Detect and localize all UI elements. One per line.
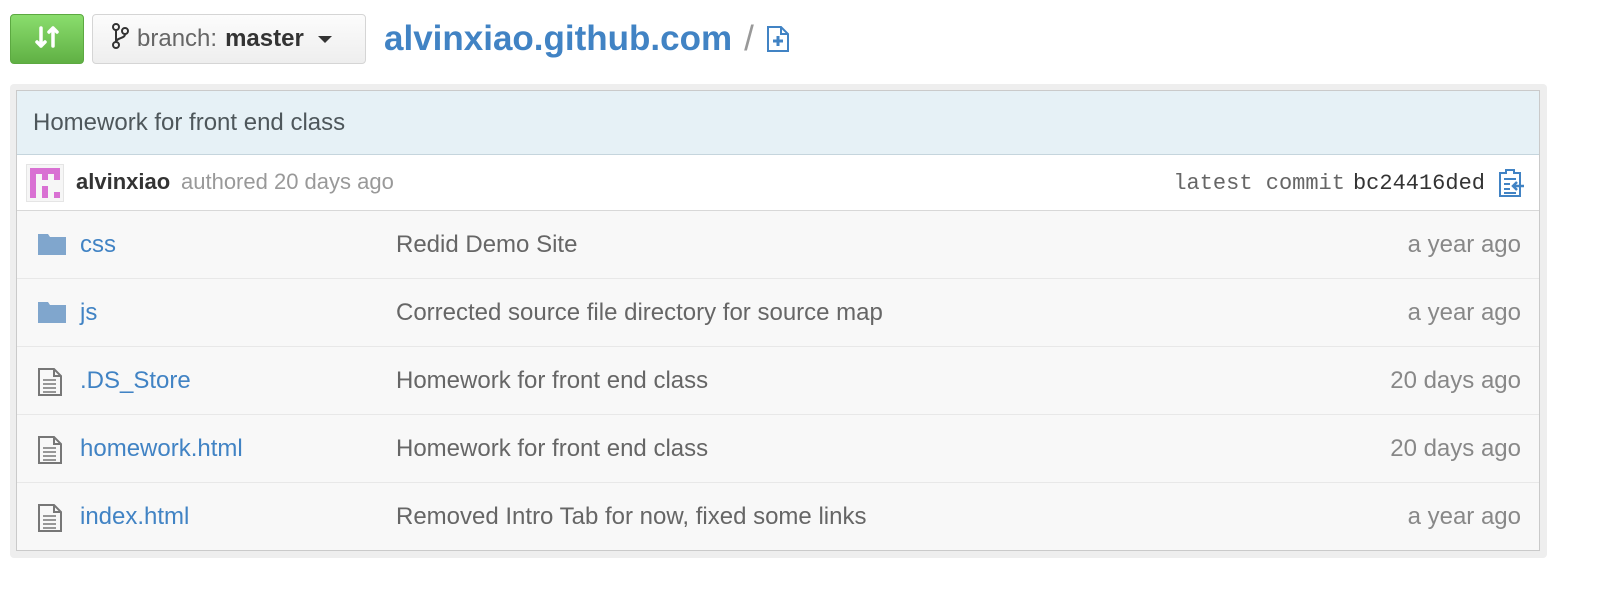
folder-icon	[37, 299, 67, 332]
branch-name: master	[225, 25, 304, 52]
branch-icon	[111, 22, 129, 57]
commit-author-link[interactable]: alvinxiao	[76, 169, 170, 195]
repo-toolbar: branch: master alvinxiao.github.com /	[10, 13, 1600, 65]
breadcrumb: alvinxiao.github.com /	[384, 15, 790, 63]
file-commit-message[interactable]: Homework for front end class	[396, 367, 708, 395]
folder-icon	[37, 231, 67, 264]
caret-down-icon	[317, 35, 332, 43]
repo-name-link[interactable]: alvinxiao.github.com	[384, 19, 732, 59]
compare-icon	[32, 22, 62, 57]
file-name-link[interactable]: js	[80, 299, 97, 327]
commit-meta: alvinxiao authored 20 days ago latest co…	[17, 155, 1539, 211]
commit-authored-time: authored 20 days ago	[181, 169, 394, 194]
file-name-link[interactable]: css	[80, 231, 116, 259]
compare-button[interactable]	[10, 14, 84, 64]
avatar[interactable]	[26, 164, 64, 202]
file-commit-message[interactable]: Redid Demo Site	[396, 231, 577, 259]
latest-commit: latest commit bc24416ded	[1173, 171, 1485, 196]
file-table: Homework for front end class alvinxiao a…	[16, 90, 1540, 551]
commit-sha-link[interactable]: bc24416ded	[1353, 171, 1485, 196]
file-commit-message[interactable]: Removed Intro Tab for now, fixed some li…	[396, 503, 866, 531]
file-age: a year ago	[1407, 299, 1521, 326]
file-row: .DS_Store Homework for front end class 2…	[17, 347, 1539, 415]
file-name-link[interactable]: homework.html	[80, 435, 243, 463]
commit-title[interactable]: Homework for front end class	[17, 91, 1539, 155]
file-row: homework.html Homework for front end cla…	[17, 415, 1539, 483]
path-separator: /	[744, 19, 754, 58]
file-icon	[37, 435, 63, 472]
file-list: css Redid Demo Site a year ago js Correc…	[17, 211, 1539, 550]
file-age: a year ago	[1407, 503, 1521, 530]
new-file-icon[interactable]	[766, 25, 790, 53]
file-commit-message[interactable]: Corrected source file directory for sour…	[396, 299, 883, 327]
file-row: index.html Removed Intro Tab for now, fi…	[17, 483, 1539, 550]
file-age: a year ago	[1407, 231, 1521, 258]
file-icon	[37, 367, 63, 404]
file-row: js Corrected source file directory for s…	[17, 279, 1539, 347]
file-name-link[interactable]: .DS_Store	[80, 367, 191, 395]
clipboard-icon[interactable]	[1497, 168, 1525, 204]
file-age: 20 days ago	[1390, 367, 1521, 394]
branch-selector[interactable]: branch: master	[92, 14, 366, 64]
branch-prefix: branch:	[137, 25, 218, 52]
file-commit-message[interactable]: Homework for front end class	[396, 435, 708, 463]
latest-commit-label: latest commit	[1173, 171, 1345, 196]
file-navigation-box: Homework for front end class alvinxiao a…	[10, 84, 1547, 558]
file-age: 20 days ago	[1390, 435, 1521, 462]
file-icon	[37, 503, 63, 540]
file-row: css Redid Demo Site a year ago	[17, 211, 1539, 279]
file-name-link[interactable]: index.html	[80, 503, 189, 531]
